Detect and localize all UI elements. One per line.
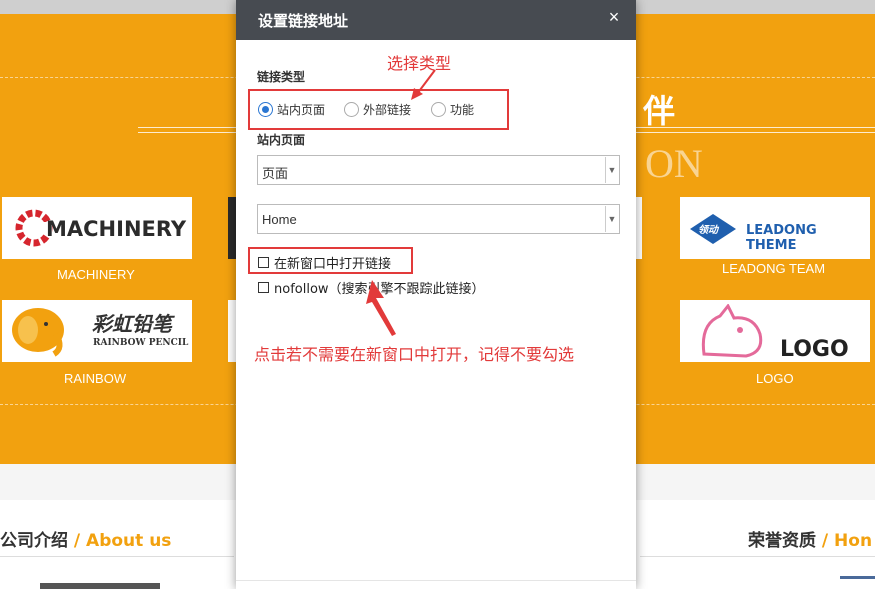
annotation-note: 点击若不需要在新窗口中打开，记得不要勾选 [254, 345, 575, 364]
heading-separator: / [68, 531, 87, 551]
title-rule [636, 127, 875, 128]
rainbow-logo-cn: 彩虹铅笔 [92, 312, 172, 336]
about-us-heading[interactable]: 公司介绍 / About us [0, 526, 171, 551]
elephant-icon [12, 308, 64, 357]
rainbow-logo-en: RAINBOW PENCIL [93, 338, 189, 348]
section-subtitle-fragment: ON [645, 141, 703, 186]
title-rule [138, 132, 238, 133]
honors-heading[interactable]: 荣誉资质 / Hon [748, 526, 872, 551]
image-edge [40, 583, 160, 589]
logo-caption: MACHINERY [57, 267, 135, 282]
annotation-box-link-type [248, 89, 509, 130]
image-edge [840, 576, 875, 579]
link-type-label: 链接类型 [257, 70, 306, 84]
page-select[interactable]: Home ▼ [257, 204, 620, 234]
machinery-logo[interactable]: MACHINERY [2, 197, 192, 259]
hidden-logo-edge [228, 300, 236, 362]
logo-logo[interactable]: LOGO [680, 300, 870, 362]
chevron-down-icon: ▼ [605, 157, 618, 183]
title-rule [636, 132, 875, 133]
dialog-footer-divider [236, 580, 636, 581]
leadong-logo-text: LEADONG THEME [746, 223, 817, 253]
cat-icon [701, 304, 763, 358]
hidden-logo-edge [636, 197, 642, 259]
title-rule [138, 127, 238, 128]
chevron-down-icon: ▼ [605, 206, 618, 232]
logo-caption: RAINBOW [64, 371, 127, 386]
section-rule [0, 556, 234, 557]
hidden-logo-edge [228, 197, 236, 259]
dialog-title: 设置链接地址 [258, 12, 349, 30]
page-type-select[interactable]: 页面 ▼ [257, 155, 620, 185]
honors-en: Hon [834, 531, 873, 551]
select-value: Home [262, 212, 297, 227]
leadong-logo-cn: 领动 [698, 225, 718, 236]
checkbox-icon [258, 282, 269, 293]
machinery-logo-text: MACHINERY [46, 217, 187, 241]
annotation-arrow-icon [366, 280, 396, 336]
leadong-logo[interactable]: 领动 LEADONG THEME [680, 197, 870, 259]
about-us-en: About us [86, 531, 172, 551]
section-title-fragment: 伴 [643, 92, 676, 130]
logo-logo-text: LOGO [780, 337, 849, 362]
select-value: 页面 [262, 166, 289, 181]
rainbow-logo[interactable]: 彩虹铅笔 RAINBOW PENCIL [2, 300, 192, 362]
logo-caption: LEADONG TEAM [722, 261, 826, 276]
dialog-header: 设置链接地址 × [236, 0, 636, 40]
site-page-label: 站内页面 [257, 133, 306, 147]
heading-separator: / [816, 531, 835, 551]
honors-cn: 荣誉资质 [748, 531, 816, 551]
logo-caption: LOGO [756, 371, 794, 386]
annotation-box-new-window [248, 247, 413, 274]
close-icon[interactable]: × [604, 7, 624, 31]
about-us-cn: 公司介绍 [0, 531, 68, 551]
section-rule [640, 556, 875, 557]
